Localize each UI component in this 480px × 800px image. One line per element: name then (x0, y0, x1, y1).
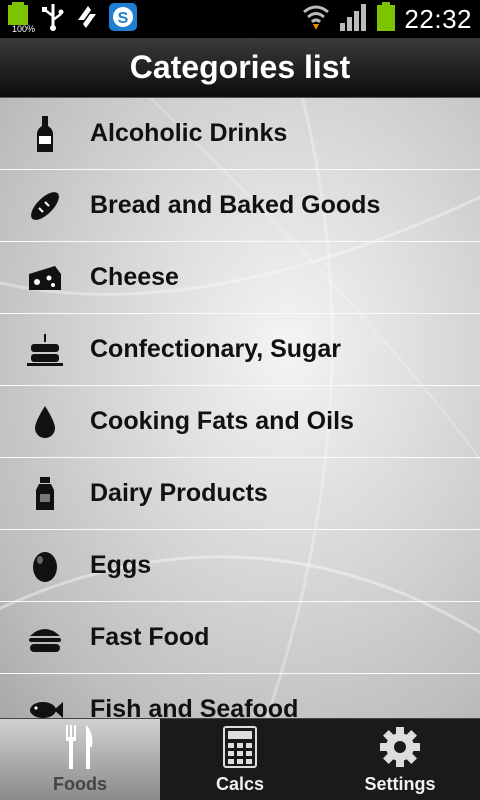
list-item-label: Bread and Baked Goods (90, 191, 381, 219)
cheese-icon (0, 242, 90, 314)
battery-full-icon (376, 1, 396, 37)
fork-knife-icon (60, 722, 100, 772)
gear-icon (378, 722, 422, 772)
list-item-label: Cooking Fats and Oils (90, 407, 354, 435)
list-item[interactable]: Cheese (0, 242, 480, 314)
tab-label: Foods (53, 774, 107, 794)
bottle-icon (0, 98, 90, 170)
tab-calcs[interactable]: Calcs (160, 719, 320, 800)
list-item-label: Confectionary, Sugar (90, 335, 341, 363)
list-item-label: Cheese (90, 263, 179, 291)
title-bar: Categories list (0, 38, 480, 98)
list-item[interactable]: Bread and Baked Goods (0, 170, 480, 242)
list-item[interactable]: Confectionary, Sugar (0, 314, 480, 386)
list-item[interactable]: Fish and Seafood (0, 674, 480, 718)
calculator-icon (222, 722, 258, 772)
page-title: Categories list (129, 49, 351, 85)
cake-icon (0, 314, 90, 386)
list-item[interactable]: Dairy Products (0, 458, 480, 530)
svg-text:S: S (118, 10, 129, 27)
skype-icon: S (108, 2, 138, 37)
tab-label: Calcs (215, 774, 265, 794)
signal-icon (338, 3, 368, 36)
category-list[interactable]: Alcoholic Drinks Bread and Baked Goods C… (0, 98, 480, 718)
wifi-icon (302, 2, 330, 37)
list-item-label: Alcoholic Drinks (90, 119, 288, 147)
fish-icon (0, 674, 90, 719)
list-item-label: Eggs (90, 551, 152, 579)
tab-settings[interactable]: Settings (320, 719, 480, 800)
battery-icon: 100% (6, 2, 36, 36)
bread-icon (0, 170, 90, 242)
list-item[interactable]: Fast Food (0, 602, 480, 674)
tab-label: Settings (364, 774, 436, 794)
burger-icon (0, 602, 90, 674)
usb-debug-icon (74, 2, 100, 37)
list-item-label: Dairy Products (90, 479, 268, 507)
clock-time: 22:32 (404, 3, 472, 34)
list-item[interactable]: Eggs (0, 530, 480, 602)
egg-icon (0, 530, 90, 602)
usb-icon (40, 2, 66, 37)
status-bar: 100% S 22:32 (0, 0, 480, 38)
list-item-label: Fish and Seafood (90, 695, 299, 718)
list-item-label: Fast Food (90, 623, 210, 651)
list-item[interactable]: Alcoholic Drinks (0, 98, 480, 170)
milk-icon (0, 458, 90, 530)
tab-foods[interactable]: Foods (0, 719, 160, 800)
battery-percent-text: 100% (12, 24, 36, 34)
list-item[interactable]: Cooking Fats and Oils (0, 386, 480, 458)
oil-drop-icon (0, 386, 90, 458)
bottom-tab-bar: Foods Calcs Settings (0, 718, 480, 800)
